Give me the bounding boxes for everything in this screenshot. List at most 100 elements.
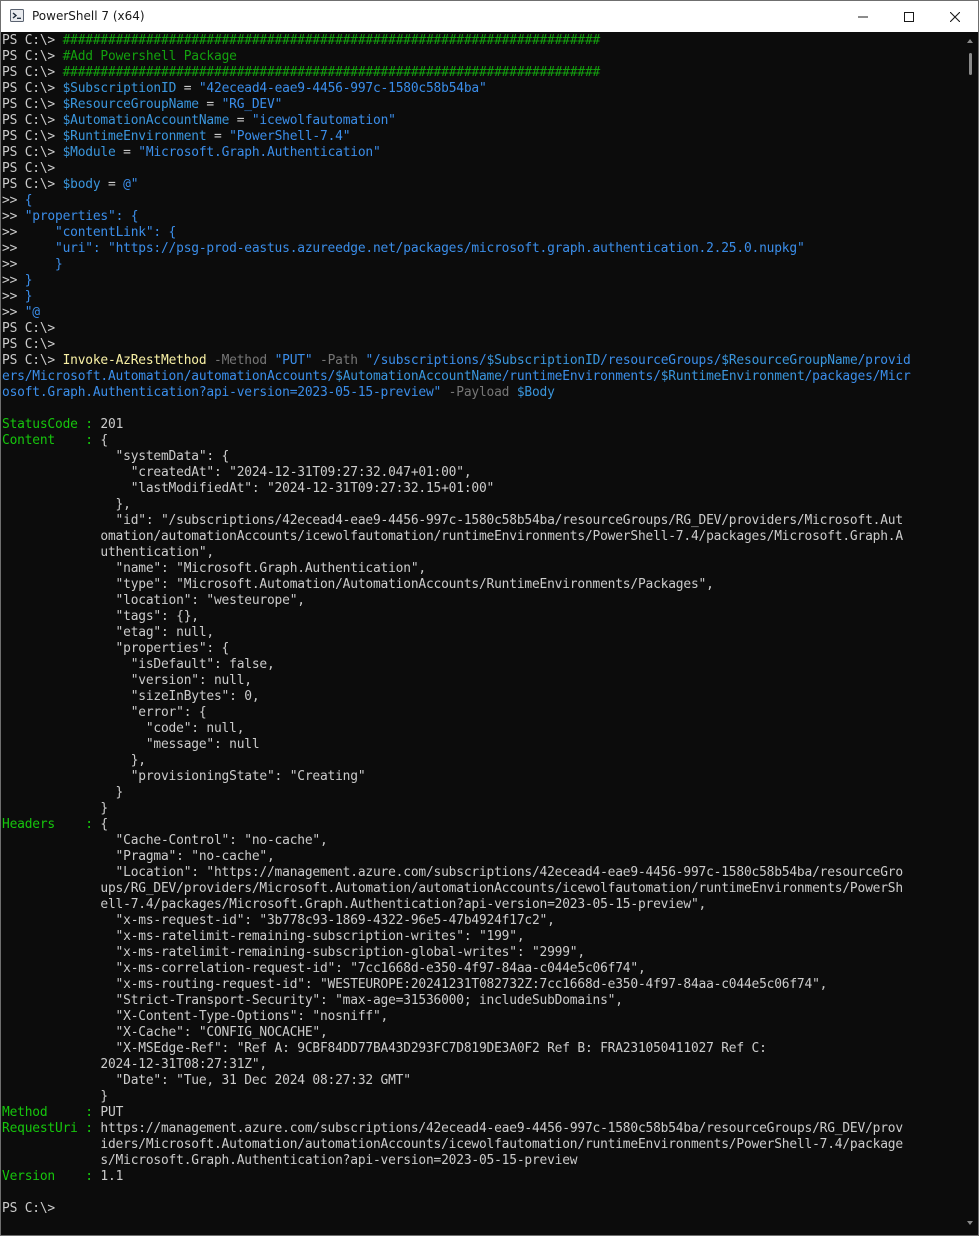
terminal-text-segment: -Method <box>206 353 275 368</box>
terminal-text-segment: -Payload <box>441 385 517 400</box>
terminal-line: 2024-12-31T08:27:31Z", <box>2 1057 267 1073</box>
terminal-text-segment: PS C:\> <box>2 321 55 336</box>
terminal-line: >> "properties": { <box>2 209 138 225</box>
terminal-line: "message": null <box>2 737 260 753</box>
terminal-text-segment: $AutomationAccountName <box>62 113 230 128</box>
terminal-text-segment: StatusCode : <box>2 417 101 432</box>
terminal-line: "provisioningState": "Creating" <box>2 769 366 785</box>
terminal-text-segment: "id": "/subscriptions/42ecead4-eae9-4456… <box>2 513 904 528</box>
terminal-line: uthentication", <box>2 545 214 561</box>
terminal-text-segment: #Add Powershell Package <box>62 49 237 64</box>
terminal-line: PS C:\> ################################… <box>2 33 600 49</box>
terminal-text-segment: { <box>100 433 108 448</box>
terminal-text-segment: >> <box>2 257 55 272</box>
terminal-text-segment: $ResourceGroupName <box>721 353 858 368</box>
terminal-line: "name": "Microsoft.Graph.Authentication"… <box>2 561 427 577</box>
terminal-text-segment: >> <box>2 193 25 208</box>
terminal-text-segment: "type": "Microsoft.Automation/Automation… <box>2 577 714 592</box>
close-button[interactable] <box>932 1 978 32</box>
terminal-text-segment: PS C:\> <box>2 353 63 368</box>
terminal-line: "x-ms-routing-request-id": "WESTEUROPE:2… <box>2 977 828 993</box>
terminal-line: >> } <box>2 289 32 305</box>
terminal-line: PS C:\> $AutomationAccountName = "icewol… <box>2 113 396 129</box>
terminal-line: "location": "westeurope", <box>2 593 305 609</box>
terminal-line: "X-Cache": "CONFIG_NOCACHE", <box>2 1025 328 1041</box>
terminal-line: ers/Microsoft.Automation/automationAccou… <box>2 369 911 385</box>
terminal-text-segment: -Path <box>312 353 366 368</box>
terminal-line: StatusCode : 201 <box>2 417 123 433</box>
terminal-text-segment: "X-Cache": "CONFIG_NOCACHE", <box>2 1025 328 1040</box>
terminal-text-segment: = <box>100 177 124 192</box>
terminal-text-segment: "RG_DEV" <box>221 97 283 112</box>
terminal-text-segment: "code": null, <box>2 721 245 736</box>
terminal-text-segment: "location": "westeurope", <box>2 593 305 608</box>
terminal-text-segment: PS C:\> <box>2 113 63 128</box>
terminal-text-segment: "X-MSEdge-Ref": "Ref A: 9CBF84DD77BA43D2… <box>2 1041 767 1056</box>
terminal-text-segment: "42ecead4-eae9-4456-997c-1580c58b54ba" <box>198 81 487 96</box>
terminal-text-segment: >> <box>2 273 25 288</box>
terminal-line: "x-ms-ratelimit-remaining-subscription-w… <box>2 929 525 945</box>
terminal-text-segment: "error": { <box>2 705 207 720</box>
scrollbar-thumb[interactable] <box>969 53 972 75</box>
terminal-text-segment: $SubscriptionID <box>486 353 601 368</box>
terminal-text-segment: "contentLink": { <box>55 225 177 240</box>
terminal-line: Method : PUT <box>2 1105 123 1121</box>
terminal-line: "isDefault": false, <box>2 657 275 673</box>
terminal-line: "tags": {}, <box>2 609 199 625</box>
terminal-line: "type": "Microsoft.Automation/Automation… <box>2 577 714 593</box>
terminal-line: PS C:\> <box>2 1201 55 1217</box>
terminal-line: "X-MSEdge-Ref": "Ref A: 9CBF84DD77BA43D2… <box>2 1041 767 1057</box>
terminal-text-segment: } <box>24 273 33 288</box>
terminal-text-segment: "Strict-Transport-Security": "max-age=31… <box>2 993 623 1008</box>
terminal-text-segment: @" <box>123 177 139 192</box>
terminal-text-segment: s/Microsoft.Graph.Authentication?api-ver… <box>2 1153 578 1168</box>
terminal-text-segment: "x-ms-request-id": "3b778c93-1869-4322-9… <box>2 913 555 928</box>
terminal-line: }, <box>2 497 131 513</box>
terminal-text-segment: "@ <box>24 305 40 320</box>
terminal-text-segment: } <box>2 785 124 800</box>
terminal-line: PS C:\> $ResourceGroupName = "RG_DEV" <box>2 97 282 113</box>
window-title: PowerShell 7 (x64) <box>32 9 145 23</box>
maximize-button[interactable] <box>886 1 932 32</box>
terminal-text-segment: PS C:\> <box>2 49 63 64</box>
terminal-line: "error": { <box>2 705 207 721</box>
terminal-text-segment: "x-ms-ratelimit-remaining-subscription-g… <box>2 945 586 960</box>
terminal-line: } <box>2 785 124 801</box>
terminal-text-segment: = <box>229 113 252 128</box>
minimize-button[interactable] <box>840 1 886 32</box>
terminal-text-segment: >> <box>2 225 55 240</box>
terminal-line: >> "@ <box>2 305 40 321</box>
terminal-text-segment: "provisioningState": "Creating" <box>2 769 366 784</box>
terminal-text-segment: "/subscriptions/ <box>365 353 487 368</box>
terminal-text-segment: "version": null, <box>2 673 252 688</box>
terminal-line: "Date": "Tue, 31 Dec 2024 08:27:32 GMT" <box>2 1073 411 1089</box>
terminal-text-segment: "X-Content-Type-Options": "nosniff", <box>2 1009 389 1024</box>
terminal-text-segment: "Cache-Control": "no-cache", <box>2 833 328 848</box>
terminal-text-segment: omation/automationAccounts/icewolfautoma… <box>2 529 903 544</box>
terminal-text-segment: >> <box>2 209 25 224</box>
terminal-line: "X-Content-Type-Options": "nosniff", <box>2 1009 389 1025</box>
terminal-line: iders/Microsoft.Automation/automationAcc… <box>2 1137 903 1153</box>
minimize-icon <box>858 16 868 17</box>
terminal-text-segment: /runtimeEnvironments/ <box>501 369 661 384</box>
terminal-text-segment: "PowerShell-7.4" <box>229 129 351 144</box>
terminal-text-segment: } <box>2 1089 108 1104</box>
title-bar[interactable]: PowerShell 7 (x64) <box>1 1 978 32</box>
terminal-line: s/Microsoft.Graph.Authentication?api-ver… <box>2 1153 577 1169</box>
terminal-text-segment: 1.1 <box>100 1169 124 1184</box>
powershell-window: PowerShell 7 (x64) PS C:\> #############… <box>0 0 979 1236</box>
terminal-text-segment: iders/Microsoft.Automation/automationAcc… <box>2 1137 903 1152</box>
terminal-output[interactable]: PS C:\> ################################… <box>2 33 962 1233</box>
terminal-line: "x-ms-correlation-request-id": "7cc1668d… <box>2 961 646 977</box>
terminal-text-segment: PS C:\> <box>2 129 63 144</box>
scroll-up-icon[interactable] <box>967 39 973 43</box>
terminal-text-segment: = <box>176 81 199 96</box>
powershell-icon <box>10 9 24 22</box>
vertical-scrollbar[interactable] <box>962 33 978 1235</box>
terminal-text-segment: ########################################… <box>62 33 601 48</box>
scroll-down-icon[interactable] <box>967 1221 973 1225</box>
terminal-text-segment: >> <box>2 305 25 320</box>
terminal-line: >> } <box>2 257 63 273</box>
terminal-line: PS C:\> <box>2 161 55 177</box>
terminal-text-segment: RequestUri : <box>2 1121 101 1136</box>
